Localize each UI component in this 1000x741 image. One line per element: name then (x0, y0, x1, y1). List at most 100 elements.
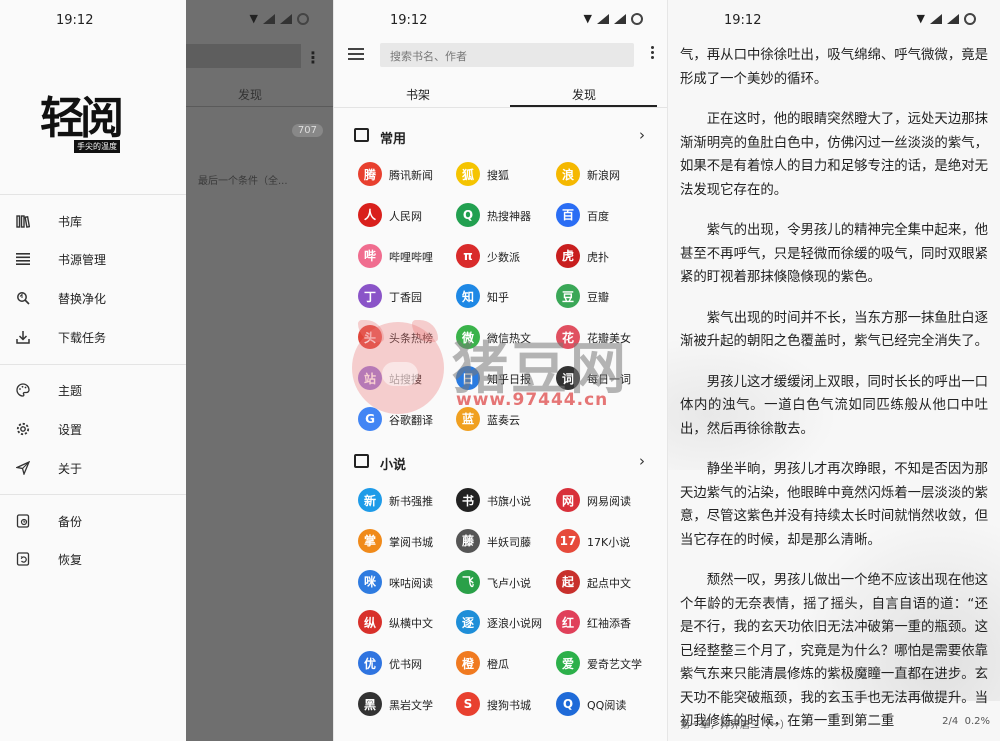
source-item[interactable]: 豆豆瓣 (556, 280, 656, 314)
source-label: 逐浪小说网 (487, 617, 542, 631)
top-app-bar: 搜索书名、作者 (334, 38, 667, 72)
paragraph: 正在这时，他的眼睛突然瞪大了，远处天边那抹渐渐明亮的鱼肚白色中，仿佛闪过一丝淡淡… (680, 112, 988, 198)
menu-item-restore[interactable]: 恢复 (0, 541, 186, 577)
source-item[interactable]: 飞飞卢小说 (456, 566, 556, 600)
source-item[interactable]: 词每日一词 (556, 362, 656, 396)
menu-item-downloads[interactable]: 下载任务 (0, 319, 186, 355)
source-label: 优书网 (389, 658, 422, 672)
chapter-title: 第一章，异界唐三（一） (680, 720, 790, 731)
reader-screen[interactable]: 19:12 ▼ 气，再从口中徐徐吐出，吸气绵绵、呼气微微，竟是形成了一个美妙的循… (668, 0, 1000, 741)
background-badge: 707 (291, 124, 323, 137)
dimmed-background-app[interactable]: ⋮ 发现 707 最后一个条件（全... (186, 0, 333, 741)
source-label: 头条热榜 (389, 332, 433, 346)
source-logo-icon: 词 (556, 366, 580, 390)
source-item[interactable]: 知知乎 (456, 280, 556, 314)
source-item[interactable]: 掌掌阅书城 (358, 525, 458, 559)
battery-icon (631, 12, 643, 25)
source-item[interactable]: 人人民网 (358, 199, 458, 233)
section-title: 小说 (380, 458, 407, 473)
source-item[interactable]: 花花瓣美女 (556, 321, 656, 355)
logo-text: 轻阅 (40, 93, 124, 144)
source-item[interactable]: 头头条热榜 (358, 321, 458, 355)
source-item[interactable]: 爱爱奇艺文学 (556, 647, 656, 681)
tab-discover[interactable]: 发现 (572, 86, 596, 103)
source-label: 知乎日报 (487, 373, 531, 386)
source-item[interactable]: G 谷歌翻译 (358, 403, 458, 437)
source-item[interactable]: 咪咪咕阅读 (358, 566, 458, 600)
source-label: 橙瓜 (487, 658, 509, 672)
menu-item-backup[interactable]: 备份 (0, 503, 186, 539)
chevron-right-icon[interactable]: › (639, 452, 645, 470)
restore-icon (14, 550, 32, 568)
tab-indicator (510, 105, 657, 107)
source-item[interactable]: 藤半妖司藤 (456, 525, 556, 559)
source-logo-icon: Q (456, 202, 480, 227)
source-logo-icon: 头 (358, 325, 382, 350)
source-item[interactable]: Q 热搜神器 (456, 199, 556, 233)
source-item[interactable]: 网网易阅读 (556, 484, 656, 518)
status-bar: 19:12 ▼ (334, 0, 667, 38)
menu-item-theme[interactable]: 主题 (0, 372, 186, 408)
source-item[interactable]: 17 17K小说 (556, 525, 656, 559)
source-logo-icon: Q (556, 692, 580, 716)
source-item[interactable]: 丁丁香园 (358, 280, 458, 314)
chevron-right-icon[interactable]: › (639, 126, 645, 144)
source-item[interactable]: Q QQ阅读 (556, 688, 656, 722)
source-item[interactable]: 微微信热文 (456, 321, 556, 355)
source-item[interactable]: 腾腾讯新闻 (358, 158, 458, 192)
progress-percent: 0.2% (964, 716, 990, 727)
menu-item-about[interactable]: 关于 (0, 450, 186, 486)
source-item[interactable]: 浪新浪网 (556, 158, 656, 192)
source-label: 搜狐 (487, 169, 509, 182)
source-item[interactable]: 逐逐浪小说网 (456, 606, 556, 640)
more-options-icon[interactable] (651, 46, 655, 61)
source-item[interactable]: 红红袖添香 (556, 606, 656, 640)
source-item[interactable]: 橙橙瓜 (456, 647, 556, 681)
source-label: 少数派 (487, 250, 520, 264)
paragraph: 紫气出现的时间并不长，当东方那一抹鱼肚白逐渐被升起的朝阳之色覆盖时，紫气已经完全… (680, 310, 988, 350)
menu-item-replace[interactable]: 替换净化 (0, 280, 186, 316)
source-label: 豆瓣 (587, 291, 609, 305)
status-time: 19:12 (724, 13, 762, 28)
reader-content: 气，再从口中徐徐吐出，吸气绵绵、呼气微微，竟是形成了一个美妙的循环。 正在这时，… (680, 44, 988, 741)
source-label: 飞卢小说 (487, 576, 531, 590)
wifi-icon: ▼ (583, 12, 592, 25)
menu-icon[interactable] (348, 48, 364, 60)
tab-bookshelf[interactable]: 书架 (406, 86, 430, 103)
source-item[interactable]: 狐搜狐 (456, 158, 556, 192)
source-item[interactable]: π 少数派 (456, 240, 556, 274)
wifi-icon: ▼ (916, 12, 925, 25)
source-item[interactable]: 蓝蓝奏云 (456, 403, 556, 437)
source-item[interactable]: 百百度 (556, 199, 656, 233)
search-input[interactable]: 搜索书名、作者 (380, 43, 634, 67)
source-logo-icon: 飞 (456, 569, 480, 594)
source-item[interactable]: 站站搜搜 (358, 362, 458, 396)
source-item[interactable]: 书书旗小说 (456, 484, 556, 518)
source-item[interactable]: 优优书网 (358, 647, 458, 681)
source-item[interactable]: 虎虎扑 (556, 240, 656, 274)
source-item[interactable]: S 搜狗书城 (456, 688, 556, 722)
source-item[interactable]: 日知乎日报 (456, 362, 556, 396)
source-logo-icon: 丁 (358, 284, 382, 309)
source-item[interactable]: 黑黑岩文学 (358, 688, 458, 722)
source-item[interactable]: 起起点中文 (556, 566, 656, 600)
navigation-drawer: 19:12 轻阅 手尖的温度 书库 书源管理 替换净化 下载任务 主题 设置 关… (0, 0, 186, 741)
section-icon (354, 128, 369, 142)
menu-item-sources[interactable]: 书源管理 (0, 241, 186, 277)
source-logo-icon: 17 (556, 528, 580, 553)
source-item[interactable]: 新新书强推 (358, 484, 458, 518)
source-item[interactable]: 哔哔哩哔哩 (358, 240, 458, 274)
signal-icon (597, 13, 609, 24)
page-number: 2/4 (942, 716, 959, 727)
source-logo-icon: 咪 (358, 569, 382, 594)
source-label: 虎扑 (587, 250, 609, 264)
palette-icon (14, 381, 32, 399)
menu-item-library[interactable]: 书库 (0, 203, 186, 239)
list-icon (14, 250, 32, 268)
menu-item-settings[interactable]: 设置 (0, 411, 186, 447)
source-label: 网易阅读 (587, 495, 631, 508)
source-item[interactable]: 纵纵横中文 (358, 606, 458, 640)
download-icon (14, 328, 32, 346)
menu-label-backup: 备份 (58, 514, 83, 529)
menu-label-theme: 主题 (58, 383, 83, 398)
